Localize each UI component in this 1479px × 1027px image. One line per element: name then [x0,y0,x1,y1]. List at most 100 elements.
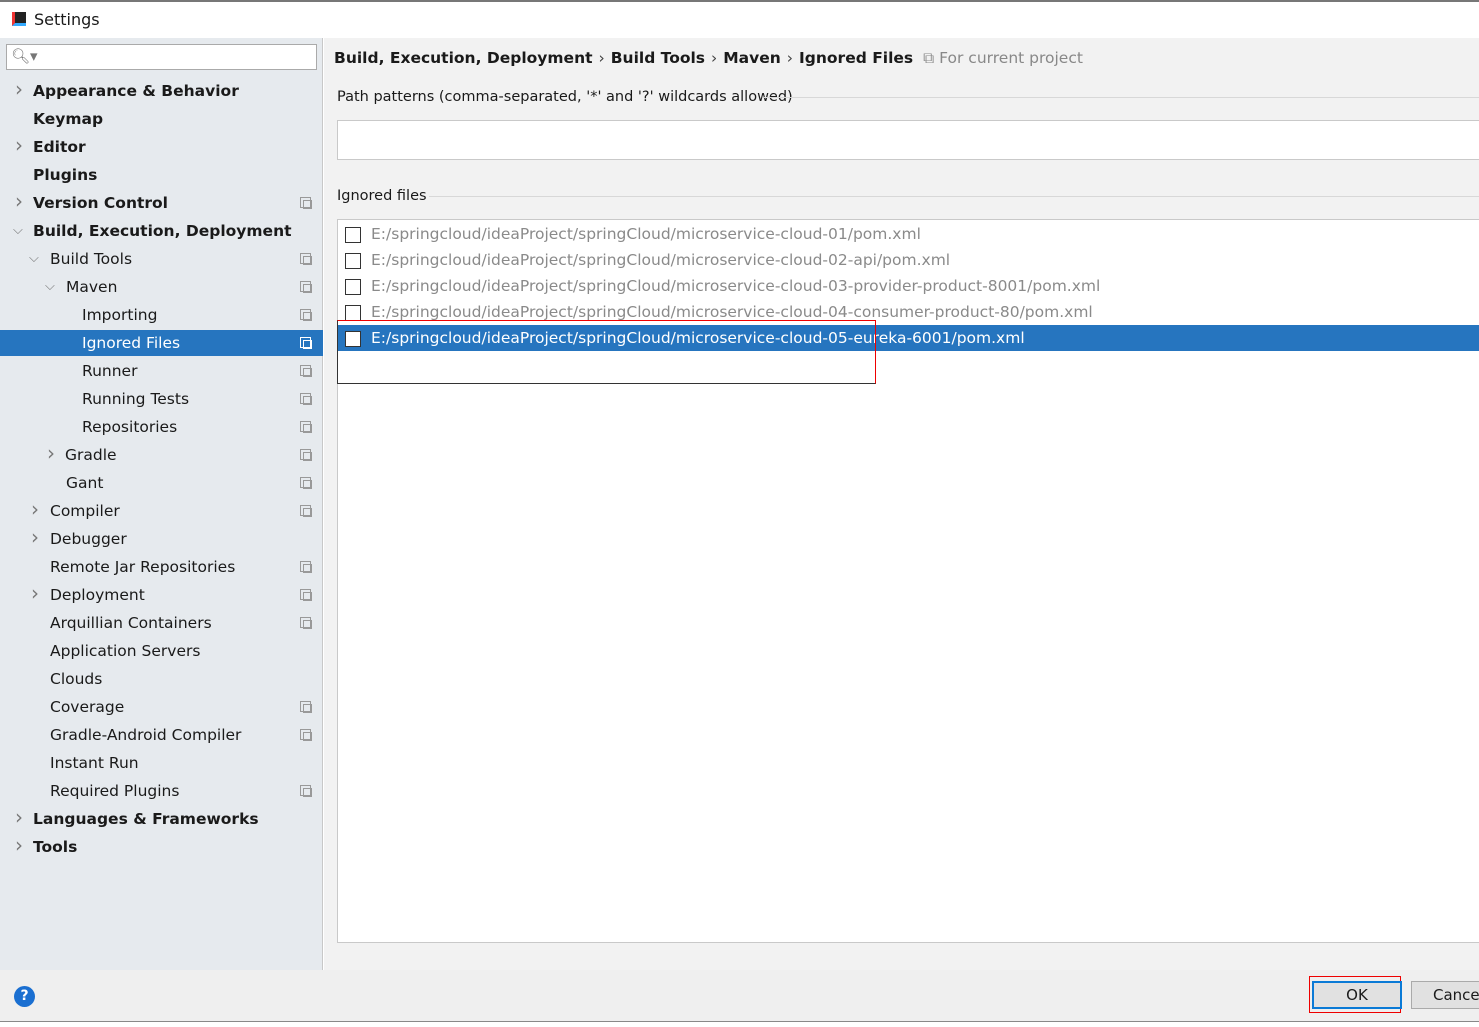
ignored-file-row[interactable]: E:/springcloud/ideaProject/springCloud/m… [338,221,1479,247]
chevron-right-icon[interactable]: › [15,832,23,858]
project-scope-icon [300,253,312,265]
chevron-right-icon[interactable]: › [15,804,23,830]
search-input[interactable]: 🔍︎▾ [6,44,317,70]
sidebar-item-label: Required Plugins [50,782,180,800]
highlight-annotation [337,320,876,384]
sidebar-item-label: Gradle-Android Compiler [50,726,242,744]
sidebar-item-label: Repositories [82,418,178,436]
sidebar-item-ignored-files[interactable]: Ignored Files [0,330,323,356]
breadcrumb-item[interactable]: Ignored Files [799,49,913,67]
sidebar-item-label: Build Tools [50,250,133,268]
sidebar-item-required-plugins[interactable]: Required Plugins [0,778,323,804]
sidebar-item-runner[interactable]: Runner [0,358,323,384]
project-scope-icon [300,393,312,405]
title-bar: Settings [0,0,1479,38]
checkbox[interactable] [345,227,361,243]
sidebar-item-build-tools[interactable]: ⌵ Build Tools [0,246,323,272]
chevron-right-icon[interactable]: › [15,132,23,158]
sidebar-item-compiler[interactable]: › Compiler [0,496,323,524]
sidebar-item-label: Languages & Frameworks [33,810,259,828]
ok-button[interactable]: OK [1312,981,1402,1009]
sidebar-item-label: Deployment [50,586,145,604]
project-scope-icon [300,589,312,601]
sidebar-item-running-tests[interactable]: Running Tests [0,386,323,412]
sidebar-item-label: Instant Run [50,754,139,772]
chevron-right-icon[interactable]: › [31,496,39,522]
sidebar-item-label: Debugger [50,530,127,548]
sidebar-item-application-servers[interactable]: Application Servers [0,638,323,664]
sidebar-item-plugins[interactable]: Plugins [0,162,323,188]
sidebar-item-languages-frameworks[interactable]: › Languages & Frameworks [0,804,323,832]
chevron-down-icon[interactable]: ⌵ [45,274,55,300]
breadcrumb-item[interactable]: Build, Execution, Deployment [334,49,593,67]
checkbox[interactable] [345,279,361,295]
sidebar-item-keymap[interactable]: Keymap [0,106,323,132]
project-scope-icon [300,617,312,629]
ignored-files-label: Ignored files [337,188,427,204]
sidebar-item-gradle-android-compiler[interactable]: Gradle-Android Compiler [0,722,323,748]
sidebar-item-label: Importing [82,306,158,324]
sidebar-item-gant[interactable]: Gant [0,470,323,496]
settings-sidebar: 🔍︎▾ › Appearance & Behavior Keymap › Editor P… [0,38,323,970]
help-icon[interactable]: ? [14,986,35,1007]
file-path: E:/springcloud/ideaProject/springCloud/m… [371,277,1101,295]
file-path: E:/springcloud/ideaProject/springCloud/m… [371,251,951,269]
sidebar-item-coverage[interactable]: Coverage [0,694,323,720]
chevron-right-icon[interactable]: › [47,440,55,466]
project-scope-icon [300,365,312,377]
sidebar-item-repositories[interactable]: Repositories [0,414,323,440]
project-scope-icon [300,281,312,293]
chevron-down-icon[interactable]: ⌵ [13,218,23,244]
ignored-file-row[interactable]: E:/springcloud/ideaProject/springCloud/m… [338,247,1479,273]
sidebar-item-label: Runner [82,362,138,380]
project-scope-icon [300,477,312,489]
cancel-button[interactable]: Cancel [1411,981,1479,1009]
chevron-down-icon[interactable]: ⌵ [29,246,39,272]
chevron-right-icon[interactable]: › [31,524,39,550]
sidebar-item-tools[interactable]: › Tools [0,832,323,860]
search-icon: 🔍︎▾ [11,47,38,65]
project-scope-icon [300,785,312,797]
sidebar-item-maven[interactable]: ⌵ Maven [0,274,323,300]
sidebar-item-clouds[interactable]: Clouds [0,666,323,692]
breadcrumb-item[interactable]: Maven [723,49,781,67]
path-patterns-input[interactable] [337,120,1479,160]
breadcrumb-separator: › [598,49,605,67]
sidebar-item-label: Clouds [50,670,103,688]
breadcrumb: Build, Execution, Deployment › Build Tools… [334,49,1083,68]
checkbox[interactable] [345,305,361,321]
project-scope-icon [300,449,312,461]
file-path: E:/springcloud/ideaProject/springCloud/m… [371,225,921,243]
sidebar-item-label: Arquillian Containers [50,614,212,632]
checkbox[interactable] [345,253,361,269]
ignored-file-row[interactable]: E:/springcloud/ideaProject/springCloud/m… [338,273,1479,299]
intellij-app-icon [12,12,26,26]
chevron-right-icon[interactable]: › [15,188,23,214]
window-title: Settings [34,10,100,29]
sidebar-item-debugger[interactable]: › Debugger [0,524,323,552]
sidebar-item-build-execution-deployment[interactable]: ⌵ Build, Execution, Deployment [0,218,323,244]
chevron-right-icon[interactable]: › [15,76,23,102]
sidebar-item-version-control[interactable]: › Version Control [0,188,323,216]
sidebar-item-label: Maven [66,278,118,296]
sidebar-item-instant-run[interactable]: Instant Run [0,750,323,776]
sidebar-item-label: Plugins [33,166,98,184]
chevron-right-icon[interactable]: › [31,580,39,606]
sidebar-item-importing[interactable]: Importing [0,302,323,328]
scope-text: For current project [939,49,1083,67]
project-scope-icon [300,197,312,209]
breadcrumb-separator: › [711,49,718,67]
sidebar-item-label: Editor [33,138,86,156]
sidebar-item-arquillian-containers[interactable]: Arquillian Containers [0,610,323,636]
sidebar-item-label: Running Tests [82,390,190,408]
breadcrumb-item[interactable]: Build Tools [611,49,705,67]
project-scope-icon [300,337,312,349]
sidebar-item-gradle[interactable]: › Gradle [0,440,323,468]
sidebar-item-deployment[interactable]: › Deployment [0,580,323,608]
divider [764,97,1479,98]
sidebar-item-label: Appearance & Behavior [33,82,239,100]
sidebar-item-remote-jar-repositories[interactable]: Remote Jar Repositories [0,554,323,580]
project-scope-icon [300,421,312,433]
sidebar-item-editor[interactable]: › Editor [0,132,323,160]
sidebar-item-appearance-behavior[interactable]: › Appearance & Behavior [0,76,323,104]
